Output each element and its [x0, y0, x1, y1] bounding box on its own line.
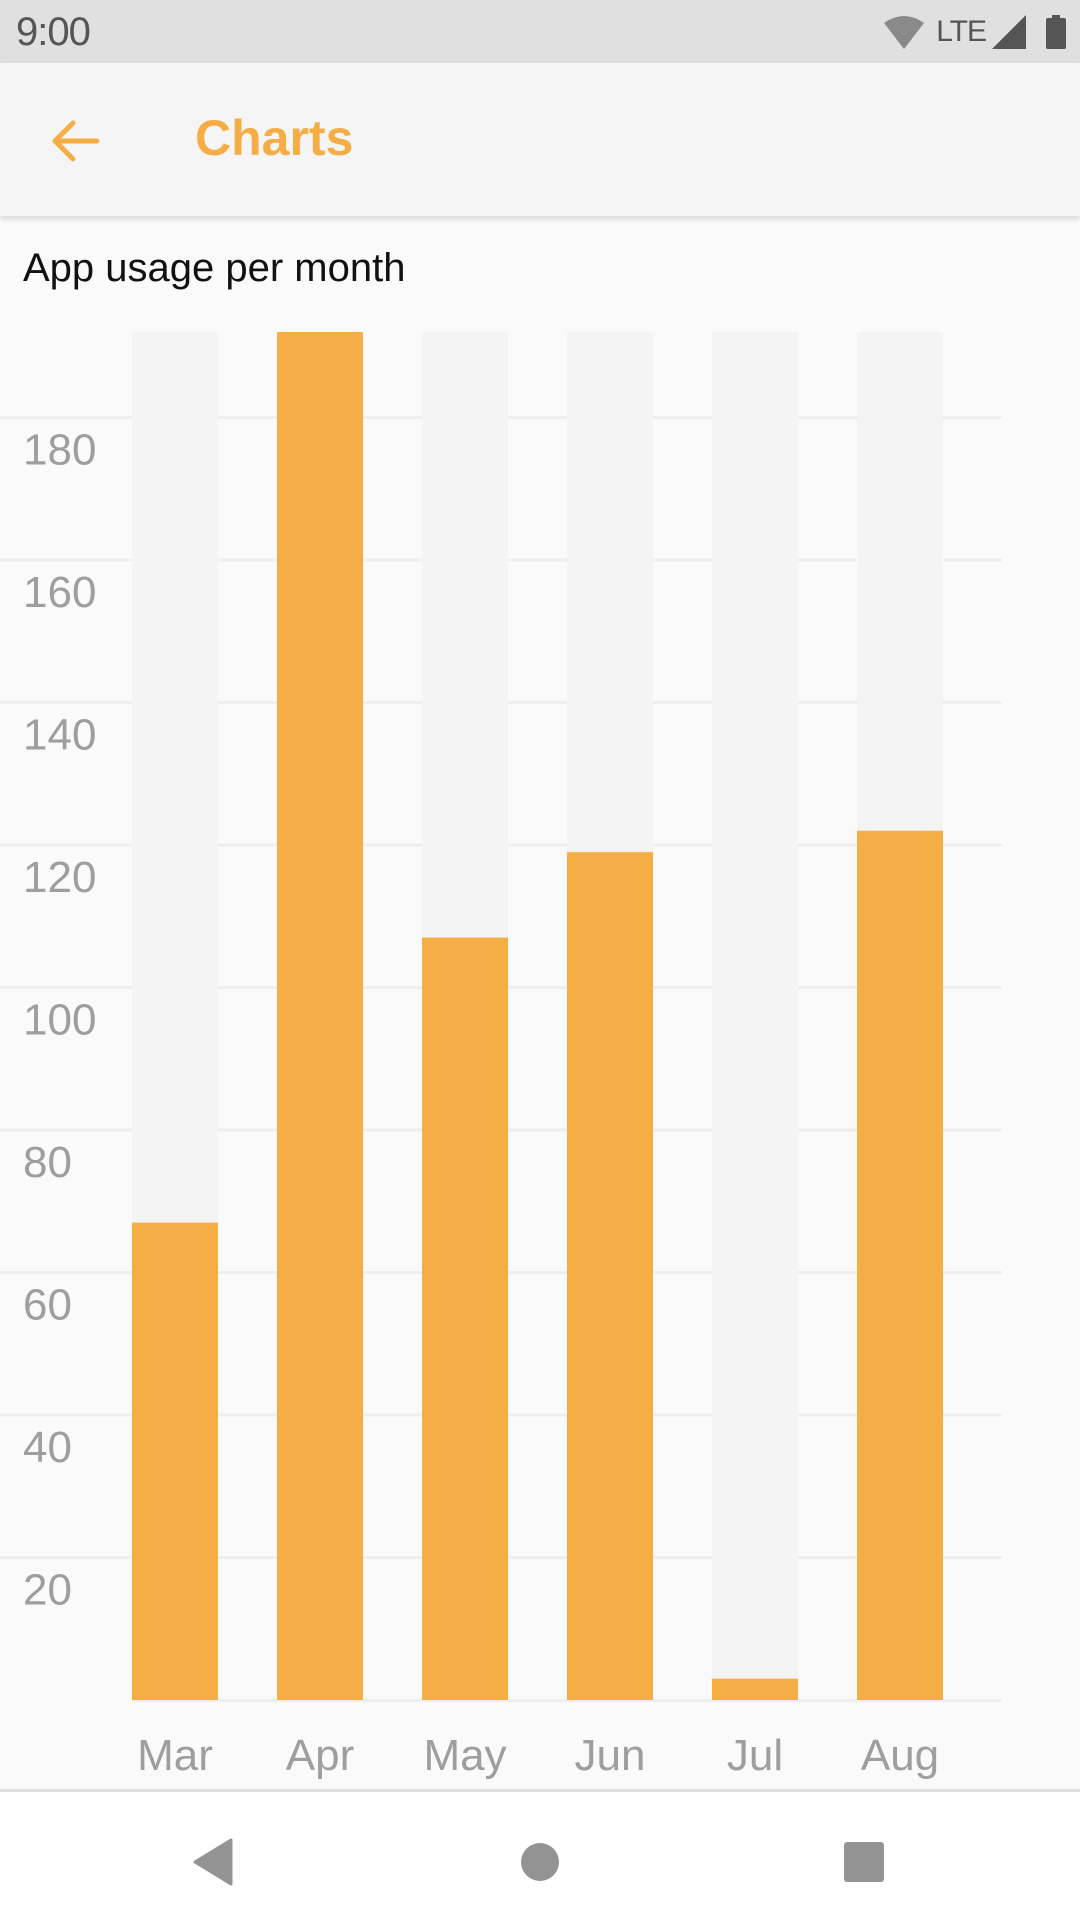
status-bar: 9:00 LTE: [0, 0, 1080, 63]
y-axis-ticks: 20 40 60 80 100 120 140 160 180: [23, 426, 96, 1615]
y-tick-label: 20: [23, 1566, 72, 1615]
system-nav-bar: [0, 1792, 1080, 1920]
bar-chart: 20 40 60 80 100 120 140 160 180 Mar Apr May Jun Jul A…: [0, 332, 1002, 1780]
x-tick-label: May: [423, 1731, 506, 1780]
status-time: 9:00: [16, 10, 91, 54]
status-icons: LTE: [884, 14, 1066, 50]
nav-home-icon: [521, 1843, 559, 1881]
bar-may[interactable]: [422, 937, 508, 1700]
bar-apr[interactable]: [277, 332, 363, 1700]
nav-recents-icon: [844, 1842, 884, 1882]
y-tick-label: 60: [23, 1281, 72, 1330]
chart-container: App usage per month 20 40 60 80 100 120 140 160…: [0, 216, 1080, 1790]
nav-back-icon: [193, 1838, 233, 1886]
x-axis-ticks: Mar Apr May Jun Jul Aug: [137, 1731, 939, 1780]
x-tick-label: Mar: [137, 1731, 213, 1780]
y-tick-label: 80: [23, 1138, 72, 1187]
bars: [132, 332, 943, 1700]
signal-icon: [992, 15, 1026, 49]
bar-tracks: [132, 332, 943, 1700]
nav-recents-button[interactable]: [834, 1832, 894, 1892]
x-tick-label: Aug: [861, 1731, 939, 1780]
wifi-icon: [884, 16, 925, 49]
y-tick-label: 40: [23, 1423, 72, 1472]
app-bar: Charts: [0, 63, 1080, 216]
network-type-label: LTE: [936, 15, 987, 48]
back-button[interactable]: [40, 109, 112, 173]
y-tick-label: 160: [23, 568, 96, 617]
battery-icon: [1046, 15, 1066, 49]
arrow-back-icon: [52, 120, 100, 162]
y-tick-label: 100: [23, 996, 96, 1045]
bar-aug[interactable]: [857, 830, 943, 1700]
nav-home-button[interactable]: [510, 1832, 570, 1892]
y-tick-label: 180: [23, 426, 96, 475]
bar-jul[interactable]: [712, 1678, 798, 1700]
x-tick-label: Apr: [286, 1731, 354, 1780]
y-tick-label: 120: [23, 853, 96, 902]
x-tick-label: Jun: [575, 1731, 646, 1780]
bar-track: [712, 332, 798, 1700]
nav-back-button[interactable]: [183, 1832, 243, 1892]
x-tick-label: Jul: [727, 1731, 783, 1780]
bar-jun[interactable]: [567, 852, 653, 1700]
page-title: Charts: [195, 110, 354, 166]
y-tick-label: 140: [23, 711, 96, 760]
bar-mar[interactable]: [132, 1222, 218, 1700]
